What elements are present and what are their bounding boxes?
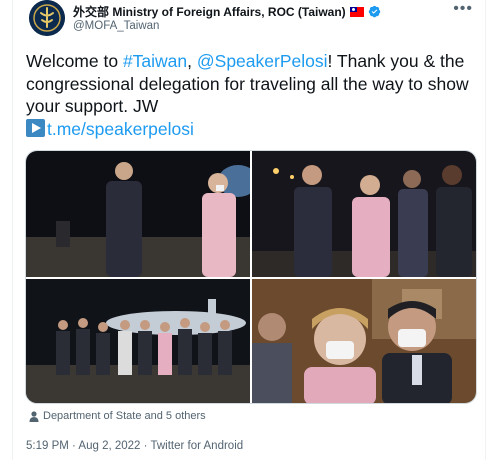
tweet-text: Welcome to #Taiwan, @SpeakerPelosi! Than… bbox=[26, 50, 481, 140]
external-link[interactable]: t.me/speakerpelosi bbox=[47, 119, 194, 139]
tweet-date[interactable]: Aug 2, 2022 bbox=[78, 440, 140, 452]
tweet-text-part: , bbox=[187, 51, 197, 71]
tweet-metadata: 5:19 PM · Aug 2, 2022 · Twitter for Andr… bbox=[26, 440, 243, 452]
tweet-text-part: Welcome to bbox=[26, 51, 123, 71]
tweet-source[interactable]: Twitter for Android bbox=[150, 440, 243, 452]
photo-delegation-walking[interactable] bbox=[252, 151, 476, 277]
more-options-icon[interactable]: ••• bbox=[453, 0, 473, 18]
mention-link[interactable]: @SpeakerPelosi bbox=[197, 51, 328, 71]
photo-group-aircraft[interactable] bbox=[26, 279, 250, 403]
mofa-emblem-icon bbox=[29, 0, 65, 36]
photo-selfie[interactable] bbox=[252, 279, 476, 403]
verified-badge-icon bbox=[368, 5, 380, 18]
separator: · bbox=[140, 440, 151, 452]
account-name[interactable]: 外交部 Ministry of Foreign Affairs, ROC (Ta… bbox=[73, 3, 346, 20]
tagged-people[interactable]: Department of State and 5 others bbox=[29, 410, 206, 422]
hashtag-link[interactable]: #Taiwan bbox=[123, 51, 187, 71]
person-icon bbox=[29, 410, 39, 422]
photo-greeting-tarmac[interactable] bbox=[26, 151, 250, 277]
account-name-row: 外交部 Ministry of Foreign Affairs, ROC (Ta… bbox=[73, 3, 381, 20]
taiwan-flag-icon bbox=[349, 6, 364, 17]
tweet-time[interactable]: 5:19 PM bbox=[26, 440, 69, 452]
tweet-card: 外交部 Ministry of Foreign Affairs, ROC (Ta… bbox=[12, 0, 486, 460]
separator: · bbox=[68, 440, 79, 452]
media-grid bbox=[25, 150, 477, 404]
play-button-icon bbox=[26, 118, 45, 137]
tagged-people-label: Department of State and 5 others bbox=[43, 410, 206, 422]
account-handle[interactable]: @MOFA_Taiwan bbox=[73, 20, 159, 32]
avatar[interactable] bbox=[29, 0, 65, 36]
